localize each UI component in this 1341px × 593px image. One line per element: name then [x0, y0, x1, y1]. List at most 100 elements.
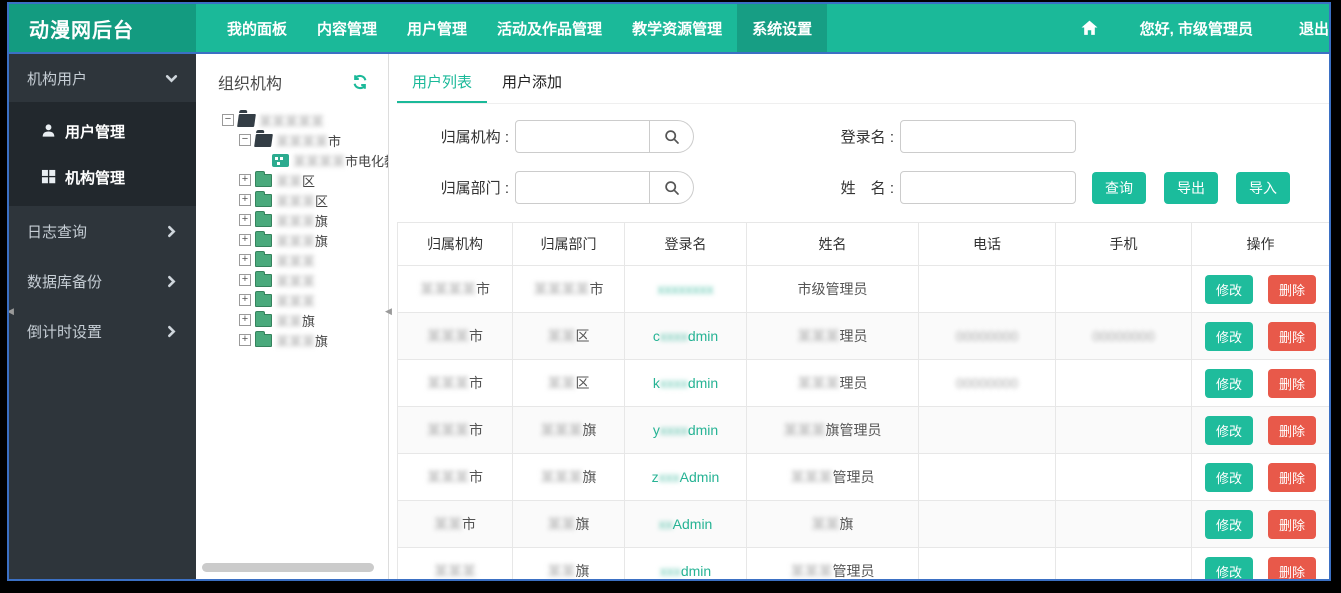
tree-node-label: 某某某区 [276, 191, 328, 210]
sidebar-subitem[interactable]: 机构管理 [9, 154, 196, 200]
tab[interactable]: 用户列表 [397, 60, 487, 103]
cell-mobile [1056, 360, 1192, 407]
delete-button[interactable]: 删除 [1268, 510, 1316, 539]
table-row: 某某某 某某旗 xxxdmin 某某某管理员 修改 删除 [398, 548, 1330, 580]
tree-node-label: 某某某旗 [276, 231, 328, 250]
tree-toggle[interactable]: + [239, 254, 251, 266]
login-input[interactable] [900, 120, 1076, 153]
tree-toggle[interactable]: + [239, 294, 251, 306]
tree-toggle[interactable]: + [239, 314, 251, 326]
edit-button[interactable]: 修改 [1205, 275, 1253, 304]
tree-toggle[interactable]: + [239, 334, 251, 346]
tree-node[interactable]: + 某某旗 [222, 310, 388, 330]
cell-mobile [1056, 266, 1192, 313]
edit-button[interactable]: 修改 [1205, 369, 1253, 398]
cell-actions: 修改 删除 [1192, 454, 1330, 501]
sidebar-group-org-users[interactable]: 机构用户 [9, 54, 196, 102]
chevron-down-icon [165, 72, 178, 85]
tree-toggle[interactable]: + [239, 214, 251, 226]
nav-item[interactable]: 内容管理 [302, 4, 392, 52]
horizontal-scrollbar[interactable] [202, 563, 374, 572]
cell-actions: 修改 删除 [1192, 266, 1330, 313]
dept-search-button[interactable] [650, 171, 694, 204]
cell-dept: 某某某旗 [513, 454, 625, 501]
tree-node[interactable]: + 某某区 [222, 170, 388, 190]
logout-link[interactable]: 退出 [1299, 18, 1329, 39]
import-button[interactable]: 导入 [1236, 172, 1290, 204]
tab[interactable]: 用户添加 [487, 60, 577, 103]
query-button[interactable]: 查询 [1092, 172, 1146, 204]
edit-button[interactable]: 修改 [1205, 510, 1253, 539]
collapse-arrow-right[interactable]: ◀ [385, 306, 392, 317]
tree-node[interactable]: + 某某某旗 [222, 210, 388, 230]
folder-green [255, 214, 272, 227]
org-input[interactable] [515, 120, 650, 153]
name-input[interactable] [900, 171, 1076, 204]
cell-name: 某某某管理员 [747, 548, 919, 580]
cell-org: 某某市 [398, 501, 513, 548]
org-search-button[interactable] [650, 120, 694, 153]
nav-item[interactable]: 系统设置 [737, 4, 827, 52]
tree-node-label: 某某某 [276, 271, 315, 290]
nav-menu: 我的面板内容管理用户管理活动及作品管理教学资源管理系统设置 [212, 4, 827, 52]
tree-toggle[interactable]: + [239, 234, 251, 246]
folder-green [255, 254, 272, 267]
tree-node[interactable]: + 某某某 [222, 290, 388, 310]
nav-item[interactable]: 我的面板 [212, 4, 302, 52]
nav-item[interactable]: 教学资源管理 [617, 4, 737, 52]
sidebar-group[interactable]: 倒计时设置 [9, 306, 196, 356]
cell-login[interactable]: xxxxxxxx [625, 266, 747, 313]
cell-mobile [1056, 454, 1192, 501]
tree-node[interactable]: + 某某某旗 [222, 230, 388, 250]
tree-node[interactable]: 某某某某市电化教 [222, 150, 388, 170]
export-button[interactable]: 导出 [1164, 172, 1218, 204]
tree-node[interactable]: − 某某某某市 [222, 130, 388, 150]
delete-button[interactable]: 删除 [1268, 416, 1316, 445]
tree-toggle[interactable]: + [239, 274, 251, 286]
cell-login[interactable]: xxxdmin [625, 548, 747, 580]
tree-node-label: 某某某某某 [259, 111, 324, 130]
tree-node[interactable]: − 某某某某某 [222, 110, 388, 130]
edit-button[interactable]: 修改 [1205, 416, 1253, 445]
cell-login[interactable]: kxxxxdmin [625, 360, 747, 407]
cell-login[interactable]: yxxxxdmin [625, 407, 747, 454]
edit-button[interactable]: 修改 [1205, 322, 1253, 351]
tree-toggle[interactable] [256, 154, 268, 166]
tree-node[interactable]: + 某某某区 [222, 190, 388, 210]
cell-login[interactable]: xxAdmin [625, 501, 747, 548]
edit-button[interactable]: 修改 [1205, 463, 1253, 492]
tree-node[interactable]: + 某某某 [222, 270, 388, 290]
tree-node[interactable]: + 某某某 [222, 250, 388, 270]
tree-node[interactable]: + 某某某旗 [222, 330, 388, 350]
tree-toggle[interactable]: + [239, 174, 251, 186]
delete-button[interactable]: 删除 [1268, 557, 1316, 580]
cell-org: 某某某某市 [398, 266, 513, 313]
tree-node-label: 某某某旗 [276, 211, 328, 230]
tree-toggle[interactable]: + [239, 194, 251, 206]
home-icon[interactable] [1081, 20, 1098, 36]
dept-input[interactable] [515, 171, 650, 204]
collapse-arrow-left[interactable]: ◀ [9, 306, 14, 317]
dept-label: 归属部门 : [427, 177, 509, 198]
cell-login[interactable]: zxxxAdmin [625, 454, 747, 501]
cell-actions: 修改 删除 [1192, 501, 1330, 548]
tree-toggle[interactable]: − [222, 114, 234, 126]
delete-button[interactable]: 删除 [1268, 463, 1316, 492]
edit-button[interactable]: 修改 [1205, 557, 1253, 580]
cell-login[interactable]: cxxxxdmin [625, 313, 747, 360]
nav-item[interactable]: 活动及作品管理 [482, 4, 617, 52]
refresh-icon[interactable] [352, 74, 368, 90]
delete-button[interactable]: 删除 [1268, 275, 1316, 304]
delete-button[interactable]: 删除 [1268, 322, 1316, 351]
sidebar-subitem[interactable]: 用户管理 [9, 108, 196, 154]
tree-node-label: 某某旗 [276, 311, 315, 330]
folder-green [255, 174, 272, 187]
sidebar-group[interactable]: 数据库备份 [9, 256, 196, 306]
search-icon [664, 180, 680, 196]
tree-toggle[interactable]: − [239, 134, 251, 146]
delete-button[interactable]: 删除 [1268, 369, 1316, 398]
nav-item[interactable]: 用户管理 [392, 4, 482, 52]
tree-node-label: 某某某某市 [276, 131, 341, 150]
sidebar-group[interactable]: 日志查询 [9, 206, 196, 256]
sidebar-subitem-label: 机构管理 [65, 167, 125, 188]
